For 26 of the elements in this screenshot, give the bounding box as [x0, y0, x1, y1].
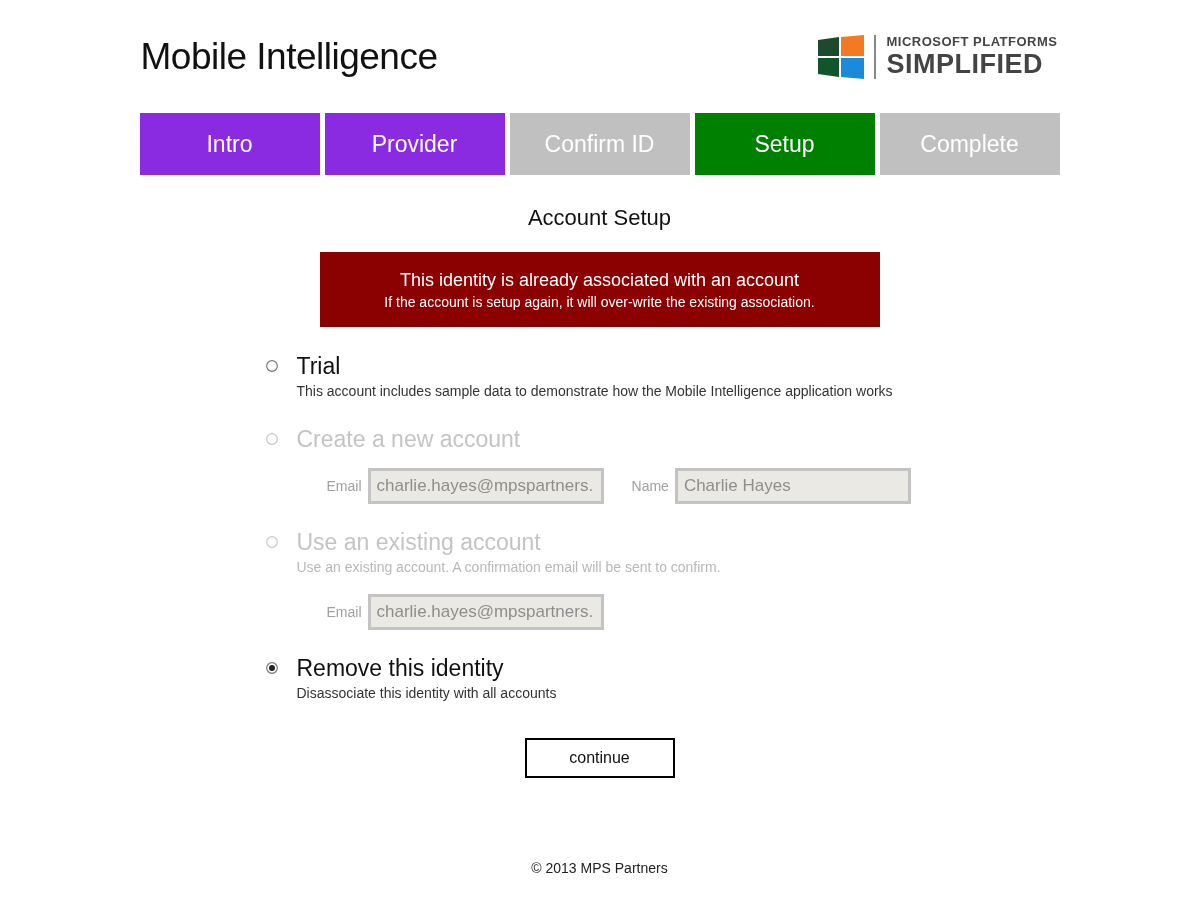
option-description: Disassociate this identity with all accounts [296, 684, 557, 703]
radio-button[interactable] [265, 360, 278, 372]
logo-text: SIMPLIFIED [886, 51, 1043, 78]
step-tab[interactable]: Complete [879, 113, 1060, 175]
logo-text: MICROSOFT PLATFORMS [886, 35, 1058, 48]
field-label: Email [326, 602, 362, 622]
option-description: Use an existing account. A confirmation email will be sent to confirm. [296, 558, 721, 577]
step-tab[interactable]: Confirm ID [509, 113, 690, 175]
section-heading: Account Setup [527, 204, 672, 232]
option-description: This account includes sample data to demonstrate how the Mobile Intelligence application works [296, 382, 893, 401]
footer-copyright: © 2013 MPS Partners [531, 859, 668, 878]
continue-button[interactable]: continue [524, 738, 675, 778]
option-title: Trial [296, 352, 341, 381]
step-tab[interactable]: Setup [694, 113, 875, 175]
field-label: Email [326, 476, 362, 496]
option-title: Use an existing account [296, 528, 541, 557]
alert-title: This identity is already associated with an account [399, 268, 800, 292]
alert-message: If the account is setup again, it will over-write the existing association. [384, 292, 815, 312]
option-title: Remove this identity [296, 654, 504, 683]
field-label: Name [631, 476, 669, 496]
step-tab[interactable]: Intro [139, 113, 320, 175]
radio-button[interactable] [265, 662, 278, 674]
option-title: Create a new account [296, 425, 521, 454]
step-tab[interactable]: Provider [324, 113, 505, 175]
four-tiles-icon [818, 34, 865, 79]
app-title: Mobile Intelligence [139, 34, 438, 79]
